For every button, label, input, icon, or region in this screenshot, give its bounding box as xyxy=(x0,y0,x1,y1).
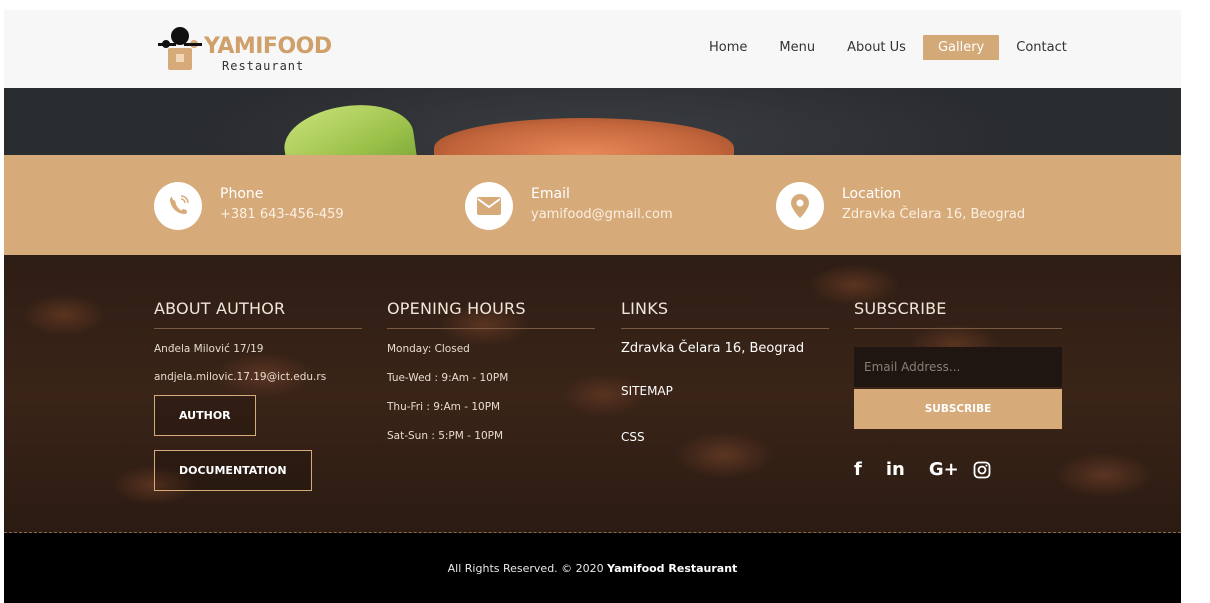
phone-icon xyxy=(154,182,202,230)
subscribe-button[interactable]: SUBSCRIBE xyxy=(854,389,1062,429)
hero-image xyxy=(4,88,1181,155)
links-column: LINKS Zdravka Čelara 16, Beograd SITEMAP… xyxy=(621,299,831,444)
opening-hours-title: OPENING HOURS xyxy=(387,299,595,329)
link-address[interactable]: Zdravka Čelara 16, Beograd xyxy=(621,341,831,356)
email-value[interactable]: yamifood@gmail.com xyxy=(531,207,673,222)
documentation-button[interactable]: DOCUMENTATION xyxy=(154,450,312,491)
instagram-icon[interactable] xyxy=(973,461,991,479)
subscribe-title: SUBSCRIBE xyxy=(854,299,1062,329)
link-css[interactable]: CSS xyxy=(621,430,831,444)
social-links: f in G+ xyxy=(854,459,1064,480)
footer-main: ABOUT AUTHOR Anđela Milović 17/19 andjel… xyxy=(4,255,1181,533)
envelope-icon xyxy=(465,182,513,230)
about-author-column: ABOUT AUTHOR Anđela Milović 17/19 andjel… xyxy=(154,299,364,491)
nav-home[interactable]: Home xyxy=(694,35,762,60)
hours-line: Thu-Fri : 9:Am - 10PM xyxy=(387,401,501,413)
copyright-bar: All Rights Reserved. © 2020 Yamifood Res… xyxy=(4,533,1181,603)
email-address-input[interactable] xyxy=(854,347,1062,387)
phone-title: Phone xyxy=(220,186,264,202)
main-nav: Home Menu About Us Gallery Contact xyxy=(694,35,1084,60)
opening-hours-column: OPENING HOURS Monday: Closed Tue-Wed : 9… xyxy=(387,299,597,442)
map-pin-icon xyxy=(776,182,824,230)
author-button[interactable]: AUTHOR xyxy=(154,395,256,436)
logo-subtitle: Restaurant xyxy=(222,59,305,73)
nav-about-us[interactable]: About Us xyxy=(832,35,921,60)
logo-icon xyxy=(158,27,202,70)
copyright-prefix: All Rights Reserved. © 2020 xyxy=(447,561,608,575)
email-title: Email xyxy=(531,186,570,202)
links-title: LINKS xyxy=(621,299,829,329)
site-header: YAMIFOOD Restaurant Home Menu About Us G… xyxy=(4,10,1181,88)
hours-line: Monday: Closed xyxy=(387,343,470,355)
contact-strip: Phone +381 643-456-459 Email yamifood@gm… xyxy=(4,155,1181,255)
hours-line: Sat-Sun : 5:PM - 10PM xyxy=(387,430,504,442)
subscribe-column: SUBSCRIBE SUBSCRIBE f in G+ xyxy=(854,299,1064,480)
google-plus-icon[interactable]: G+ xyxy=(929,459,959,480)
copyright-brand: Yamifood Restaurant xyxy=(607,561,738,575)
phone-value[interactable]: +381 643-456-459 xyxy=(220,207,344,222)
nav-contact[interactable]: Contact xyxy=(1001,35,1082,60)
location-title: Location xyxy=(842,186,902,202)
page-frame: YAMIFOOD Restaurant Home Menu About Us G… xyxy=(4,10,1181,603)
copyright-text: All Rights Reserved. © 2020 Yamifood Res… xyxy=(448,562,738,575)
nav-gallery[interactable]: Gallery xyxy=(922,35,1000,60)
author-email: andjela.milovic.17.19@ict.edu.rs xyxy=(154,371,327,383)
linkedin-icon[interactable]: in xyxy=(886,459,905,480)
about-author-title: ABOUT AUTHOR xyxy=(154,299,362,329)
link-sitemap[interactable]: SITEMAP xyxy=(621,384,831,398)
author-name: Anđela Milović 17/19 xyxy=(154,343,264,355)
hours-line: Tue-Wed : 9:Am - 10PM xyxy=(387,372,509,384)
facebook-icon[interactable]: f xyxy=(854,459,862,480)
logo-name: YAMIFOOD xyxy=(204,34,332,59)
location-value: Zdravka Čelara 16, Beograd xyxy=(842,207,1026,222)
nav-menu[interactable]: Menu xyxy=(764,35,830,60)
logo[interactable]: YAMIFOOD Restaurant xyxy=(154,24,334,76)
